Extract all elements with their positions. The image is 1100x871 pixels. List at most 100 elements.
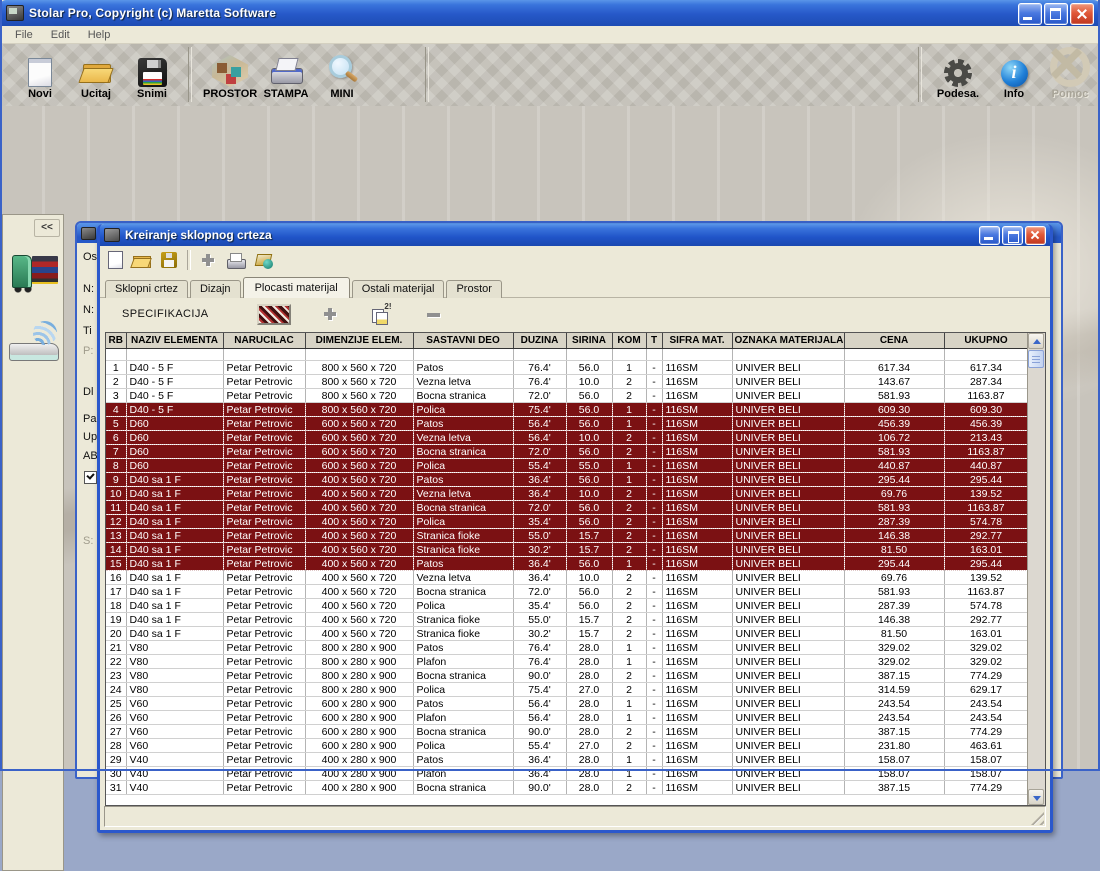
exit-icon[interactable] <box>255 252 273 269</box>
save-floppy-button[interactable]: Snimi <box>125 56 179 102</box>
scroll-down-button[interactable] <box>1028 789 1044 805</box>
add-row-icon[interactable] <box>321 306 339 323</box>
table-row[interactable]: 21V80Petar Petrovic800 x 280 x 900Patos7… <box>106 641 1028 655</box>
column-header[interactable]: SIRINA <box>566 333 612 349</box>
maximize-button[interactable] <box>1044 3 1068 25</box>
tab-ostali-materijal[interactable]: Ostali materijal <box>352 280 445 298</box>
table-cell: 75.4' <box>513 683 566 697</box>
table-row[interactable]: 22V80Petar Petrovic800 x 280 x 900Plafon… <box>106 655 1028 669</box>
table-row[interactable]: 13D40 sa 1 FPetar Petrovic400 x 560 x 72… <box>106 529 1028 543</box>
table-row[interactable]: 15D40 sa 1 FPetar Petrovic400 x 560 x 72… <box>106 557 1028 571</box>
scroll-thumb[interactable] <box>1028 350 1044 368</box>
table-row[interactable]: 19D40 sa 1 FPetar Petrovic400 x 560 x 72… <box>106 613 1028 627</box>
table-cell: 116SM <box>662 431 732 445</box>
table-cell: - <box>646 711 662 725</box>
table-row[interactable]: 16D40 sa 1 FPetar Petrovic400 x 560 x 72… <box>106 571 1028 585</box>
table-row[interactable]: 18D40 sa 1 FPetar Petrovic400 x 560 x 72… <box>106 599 1028 613</box>
table-row[interactable]: 2D40 - 5 FPetar Petrovic800 x 560 x 720V… <box>106 375 1028 389</box>
menu-item-help[interactable]: Help <box>79 28 120 42</box>
table-cell: Bocna stranica <box>413 445 513 459</box>
info-button[interactable]: Info <box>987 58 1041 102</box>
menu-item-edit[interactable]: Edit <box>42 28 79 42</box>
table-cell: Vezna letva <box>413 571 513 585</box>
table-row[interactable]: 24V80Petar Petrovic800 x 280 x 900Polica… <box>106 683 1028 697</box>
paste-special-icon[interactable]: 2! <box>371 306 389 323</box>
table-row[interactable]: 10D40 sa 1 FPetar Petrovic400 x 560 x 72… <box>106 487 1028 501</box>
table-row[interactable]: 11D40 sa 1 FPetar Petrovic400 x 560 x 72… <box>106 501 1028 515</box>
table-row[interactable]: 27V60Petar Petrovic600 x 280 x 900Bocna … <box>106 725 1028 739</box>
printer-button[interactable]: STAMPA <box>259 55 313 102</box>
table-row[interactable]: 12D40 sa 1 FPetar Petrovic400 x 560 x 72… <box>106 515 1028 529</box>
magnifier-button[interactable]: MINI <box>315 53 369 102</box>
table-cell: - <box>646 655 662 669</box>
table-row[interactable]: 23V80Petar Petrovic800 x 280 x 900Bocna … <box>106 669 1028 683</box>
print-icon[interactable] <box>227 252 245 269</box>
open-folder-button[interactable]: Ucitaj <box>69 55 123 102</box>
minimize-button[interactable] <box>1018 3 1042 25</box>
table-cell: 1 <box>612 361 646 375</box>
table-row[interactable]: 31V40Petar Petrovic400 x 280 x 900Bocna … <box>106 781 1028 795</box>
resize-grip[interactable] <box>1031 812 1044 825</box>
dialog-minimize-button[interactable] <box>979 226 1000 245</box>
add-icon[interactable] <box>199 252 217 269</box>
room-button[interactable]: PROSTOR <box>203 55 257 102</box>
column-header[interactable]: NAZIV ELEMENTA <box>126 333 223 349</box>
table-row[interactable]: 6D60Petar Petrovic600 x 560 x 720Vezna l… <box>106 431 1028 445</box>
dialog-maximize-button[interactable] <box>1002 226 1023 245</box>
table-cell: 116SM <box>662 669 732 683</box>
column-header[interactable]: DUZINA <box>513 333 566 349</box>
tab-dizajn[interactable]: Dizajn <box>190 280 241 298</box>
forklift-materials-icon[interactable] <box>10 251 58 293</box>
column-header[interactable]: UKUPNO <box>944 333 1028 349</box>
table-row[interactable]: 4D40 - 5 FPetar Petrovic800 x 560 x 720P… <box>106 403 1028 417</box>
column-header[interactable]: SIFRA MAT. <box>662 333 732 349</box>
table-cell: 2 <box>612 487 646 501</box>
table-row[interactable]: 9D40 sa 1 FPetar Petrovic400 x 560 x 720… <box>106 473 1028 487</box>
column-header[interactable]: CENA <box>844 333 944 349</box>
table-row[interactable]: 8D60Petar Petrovic600 x 560 x 720Polica5… <box>106 459 1028 473</box>
dialog-close-button[interactable] <box>1025 226 1046 245</box>
table-row[interactable]: 7D60Petar Petrovic600 x 560 x 720Bocna s… <box>106 445 1028 459</box>
sidebar-collapse-button[interactable]: << <box>34 219 60 237</box>
column-header[interactable]: KOM <box>612 333 646 349</box>
table-cell: UNIVER BELI <box>732 697 844 711</box>
table-row[interactable]: 5D60Petar Petrovic600 x 560 x 720Patos56… <box>106 417 1028 431</box>
material-hatch-swatch-button[interactable] <box>257 304 291 325</box>
tab-plocasti-materijal[interactable]: Plocasti materijal <box>243 277 350 298</box>
column-header[interactable]: DIMENZIJE ELEM. <box>305 333 413 349</box>
gear-button[interactable]: Podesa. <box>931 57 985 102</box>
column-header[interactable]: SASTAVNI DEO <box>413 333 513 349</box>
scroll-up-button[interactable] <box>1028 333 1044 349</box>
table-row[interactable]: 28V60Petar Petrovic600 x 280 x 900Polica… <box>106 739 1028 753</box>
column-header[interactable]: RB <box>106 333 126 349</box>
open-folder-icon[interactable] <box>133 252 151 269</box>
table-row[interactable]: 3D40 - 5 FPetar Petrovic800 x 560 x 720B… <box>106 389 1028 403</box>
table-row[interactable]: 14D40 sa 1 FPetar Petrovic400 x 560 x 72… <box>106 543 1028 557</box>
table-row[interactable]: 30V40Petar Petrovic400 x 280 x 900Plafon… <box>106 767 1028 781</box>
table-cell: Patos <box>413 473 513 487</box>
new-document-icon[interactable] <box>108 251 123 269</box>
column-header[interactable]: OZNAKA MATERIJALA <box>732 333 844 349</box>
dialog-kreiranje-sklopnog-crteza: Kreiranje sklopnog crteza Sklo <box>97 224 1053 833</box>
table-row[interactable]: 26V60Petar Petrovic600 x 280 x 900Plafon… <box>106 711 1028 725</box>
table-cell: 27.0 <box>566 739 612 753</box>
column-header[interactable]: T <box>646 333 662 349</box>
table-row[interactable]: 29V40Petar Petrovic400 x 280 x 900Patos3… <box>106 753 1028 767</box>
table-row[interactable]: 25V60Petar Petrovic600 x 280 x 900Patos5… <box>106 697 1028 711</box>
column-header[interactable]: NARUCILAC <box>223 333 305 349</box>
tab-sklopni-crtez[interactable]: Sklopni crtez <box>105 280 188 298</box>
table-row[interactable]: 17D40 sa 1 FPetar Petrovic400 x 560 x 72… <box>106 585 1028 599</box>
save-floppy-icon[interactable] <box>161 252 177 268</box>
table-cell: UNIVER BELI <box>732 445 844 459</box>
tab-prostor[interactable]: Prostor <box>446 280 501 298</box>
new-document-button[interactable]: Novi <box>13 56 67 102</box>
vertical-scrollbar[interactable] <box>1027 333 1045 805</box>
remove-row-icon[interactable] <box>425 306 443 323</box>
checked-checkbox[interactable] <box>84 471 97 484</box>
menu-item-file[interactable]: File <box>6 28 42 42</box>
close-button[interactable] <box>1070 3 1094 25</box>
table-cell: 116SM <box>662 725 732 739</box>
scanner-icon[interactable] <box>9 319 61 365</box>
table-row[interactable]: 20D40 sa 1 FPetar Petrovic400 x 560 x 72… <box>106 627 1028 641</box>
table-row[interactable]: 1D40 - 5 FPetar Petrovic800 x 560 x 720P… <box>106 361 1028 375</box>
